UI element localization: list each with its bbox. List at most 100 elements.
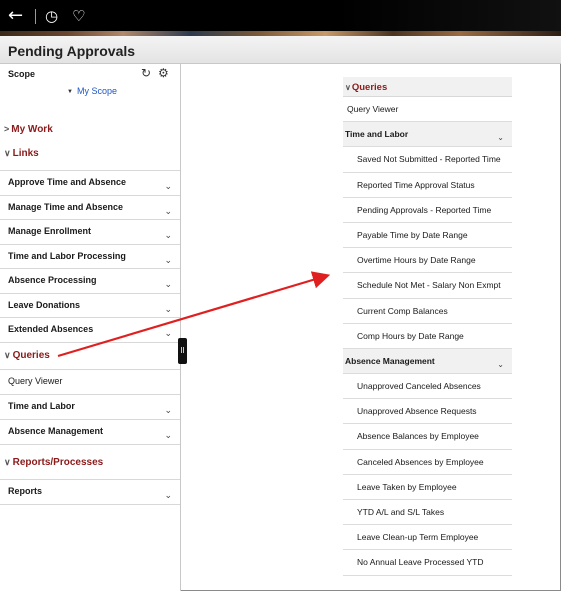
- list-item-label: Schedule Not Met - Salary Non Exmpt: [357, 280, 501, 291]
- list-item-label: Pending Approvals - Reported Time: [357, 204, 492, 215]
- section-links[interactable]: ∨ Links: [4, 148, 39, 159]
- query-item[interactable]: Leave Clean-up Term Employee: [343, 525, 512, 551]
- query-item[interactable]: Unapproved Canceled Absences: [343, 374, 512, 400]
- query-item[interactable]: Canceled Absences by Employee: [343, 450, 512, 475]
- list-item-label: Absence Balances by Employee: [357, 431, 479, 442]
- caret-down-icon: ▼: [67, 89, 73, 95]
- list-item-label: Current Comp Balances: [357, 305, 448, 316]
- chevron-down-icon: ⌄: [164, 328, 172, 338]
- page-header: Pending Approvals: [0, 36, 561, 64]
- query-item[interactable]: Comp Hours by Date Range: [343, 324, 512, 349]
- list-item-label: YTD A/L and S/L Takes: [357, 507, 445, 517]
- my-scope-label: My Scope: [76, 86, 117, 96]
- query-item[interactable]: Overtime Hours by Date Range: [343, 248, 512, 274]
- chevron-down-icon: ⌄: [164, 430, 172, 440]
- chevron-down-icon: ∨: [345, 83, 351, 92]
- query-item[interactable]: Current Comp Balances: [343, 299, 512, 324]
- link-time-and-labor[interactable]: Time and Labor ⌄: [0, 395, 180, 420]
- list-item-label: Time and Labor Processing: [8, 250, 126, 261]
- list-item-label: No Annual Leave Processed YTD: [357, 557, 484, 568]
- category-label: Absence Management: [345, 355, 435, 366]
- collapse-sidebar-handle[interactable]: II: [178, 338, 187, 364]
- chevron-down-icon: ⌄: [164, 205, 172, 216]
- link-approve-time-and-absence[interactable]: Approve Time and Absence ⌄: [0, 171, 180, 196]
- link-manage-time-and-absence[interactable]: Manage Time and Absence ⌄: [0, 196, 180, 220]
- query-item[interactable]: Pending Approvals - Reported Time: [343, 198, 512, 223]
- list-item-label: Overtime Hours by Date Range: [357, 255, 476, 266]
- query-item[interactable]: YTD A/L and S/L Takes: [343, 500, 512, 526]
- query-item[interactable]: Absence Balances by Employee: [343, 424, 512, 450]
- link-manage-enrollment[interactable]: Manage Enrollment ⌄: [0, 220, 180, 245]
- list-item-label: Extended Absences: [8, 324, 94, 334]
- chevron-down-icon: ⌄: [164, 230, 172, 240]
- chevron-down-icon: ∨: [4, 457, 11, 467]
- query-item[interactable]: No Annual Leave Processed YTD: [343, 550, 512, 576]
- list-item-label: Time and Labor: [8, 401, 75, 411]
- my-scope-link[interactable]: ▼ My Scope: [67, 86, 117, 96]
- links-list: Approve Time and Absence ⌄ Manage Time an…: [0, 170, 180, 343]
- link-extended-absences[interactable]: Extended Absences ⌄: [0, 318, 180, 343]
- link-absence-processing[interactable]: Absence Processing ⌄: [0, 269, 180, 294]
- query-item[interactable]: Payable Time by Date Range: [343, 223, 512, 249]
- refresh-icon[interactable]: ↻: [141, 66, 151, 80]
- list-item-label: Payable Time by Date Range: [357, 229, 468, 240]
- queries-expanded-panel: ∨Queries Query Viewer Time and Labor ⌄ Sa…: [343, 77, 512, 591]
- queries-panel-header[interactable]: ∨Queries: [343, 77, 512, 97]
- list-item-label: Unapproved Canceled Absences: [357, 381, 481, 392]
- section-queries-label: Queries: [12, 350, 50, 361]
- category-label: Time and Labor: [345, 129, 409, 140]
- list-item-label: Approve Time and Absence: [8, 177, 127, 187]
- sidebar: Scope ↻ ⚙ ▼ My Scope > My Work ∨ Links Appr…: [0, 64, 181, 591]
- chevron-down-icon: ⌄: [164, 254, 172, 265]
- top-navigation-bar: ← ◷ ♡: [0, 0, 561, 36]
- list-item-label: Saved Not Submitted - Reported Time: [357, 154, 501, 165]
- query-item[interactable]: Unapproved Absence Requests: [343, 399, 512, 425]
- list-item-label: Absence Management: [8, 426, 104, 436]
- list-item-label: Leave Clean-up Term Employee: [357, 532, 479, 543]
- chevron-down-icon: ⌄: [164, 279, 172, 289]
- chevron-down-icon: ⌄: [164, 303, 172, 314]
- query-item[interactable]: Saved Not Submitted - Reported Time: [343, 147, 512, 173]
- list-item-label: Absence Processing: [8, 275, 97, 285]
- list-item-label: Manage Time and Absence: [8, 201, 124, 212]
- chevron-down-icon: ⌄: [164, 490, 172, 500]
- link-leave-donations[interactable]: Leave Donations ⌄: [0, 294, 180, 318]
- list-item-label: Canceled Absences by Employee: [357, 456, 484, 467]
- section-reports-processes[interactable]: ∨ Reports/Processes: [4, 457, 103, 468]
- absence-management-category[interactable]: Absence Management ⌄: [343, 348, 512, 375]
- heart-icon[interactable]: ♡: [72, 7, 85, 25]
- query-item[interactable]: Reported Time Approval Status: [343, 173, 512, 198]
- arrow-left-icon[interactable]: ←: [8, 7, 23, 25]
- chevron-down-icon: ∨: [4, 350, 11, 360]
- list-item-label: Reports: [8, 486, 43, 496]
- link-reports[interactable]: Reports ⌄: [0, 480, 180, 505]
- toolbar-divider: [35, 9, 36, 24]
- query-item[interactable]: Schedule Not Met - Salary Non Exmpt: [343, 273, 512, 299]
- link-absence-management[interactable]: Absence Management ⌄: [0, 420, 180, 445]
- section-my-work-label: My Work: [11, 124, 53, 135]
- query-item[interactable]: Leave Taken by Employee: [343, 475, 512, 500]
- chevron-right-icon: >: [4, 124, 10, 134]
- queries-list: Query Viewer Time and Labor ⌄ Absence Man…: [0, 369, 180, 445]
- gear-icon[interactable]: ⚙: [158, 66, 169, 80]
- link-query-viewer[interactable]: Query Viewer: [0, 370, 180, 395]
- section-queries[interactable]: ∨ Queries: [4, 350, 50, 361]
- list-item-label: Reported Time Approval Status: [357, 179, 475, 190]
- chevron-down-icon: ⌄: [164, 405, 172, 415]
- chevron-down-icon: ∨: [4, 148, 11, 158]
- chevron-down-icon: ⌄: [497, 133, 504, 143]
- list-item-label: Leave Taken by Employee: [357, 481, 457, 492]
- scope-label: Scope: [8, 69, 36, 79]
- reports-list: Reports ⌄: [0, 479, 180, 505]
- list-item-label: Query Viewer: [8, 376, 63, 386]
- list-item-label: Unapproved Absence Requests: [357, 406, 477, 417]
- section-my-work[interactable]: > My Work: [4, 124, 53, 135]
- link-time-and-labor-processing[interactable]: Time and Labor Processing ⌄: [0, 245, 180, 269]
- list-item-label: Comp Hours by Date Range: [357, 330, 464, 341]
- chevron-down-icon: ⌄: [497, 359, 504, 369]
- list-item-label: Query Viewer: [347, 104, 399, 114]
- query-viewer-item[interactable]: Query Viewer: [343, 97, 512, 123]
- list-item-label: Leave Donations: [8, 299, 81, 310]
- time-and-labor-category[interactable]: Time and Labor ⌄: [343, 122, 512, 148]
- clock-icon[interactable]: ◷: [45, 7, 58, 25]
